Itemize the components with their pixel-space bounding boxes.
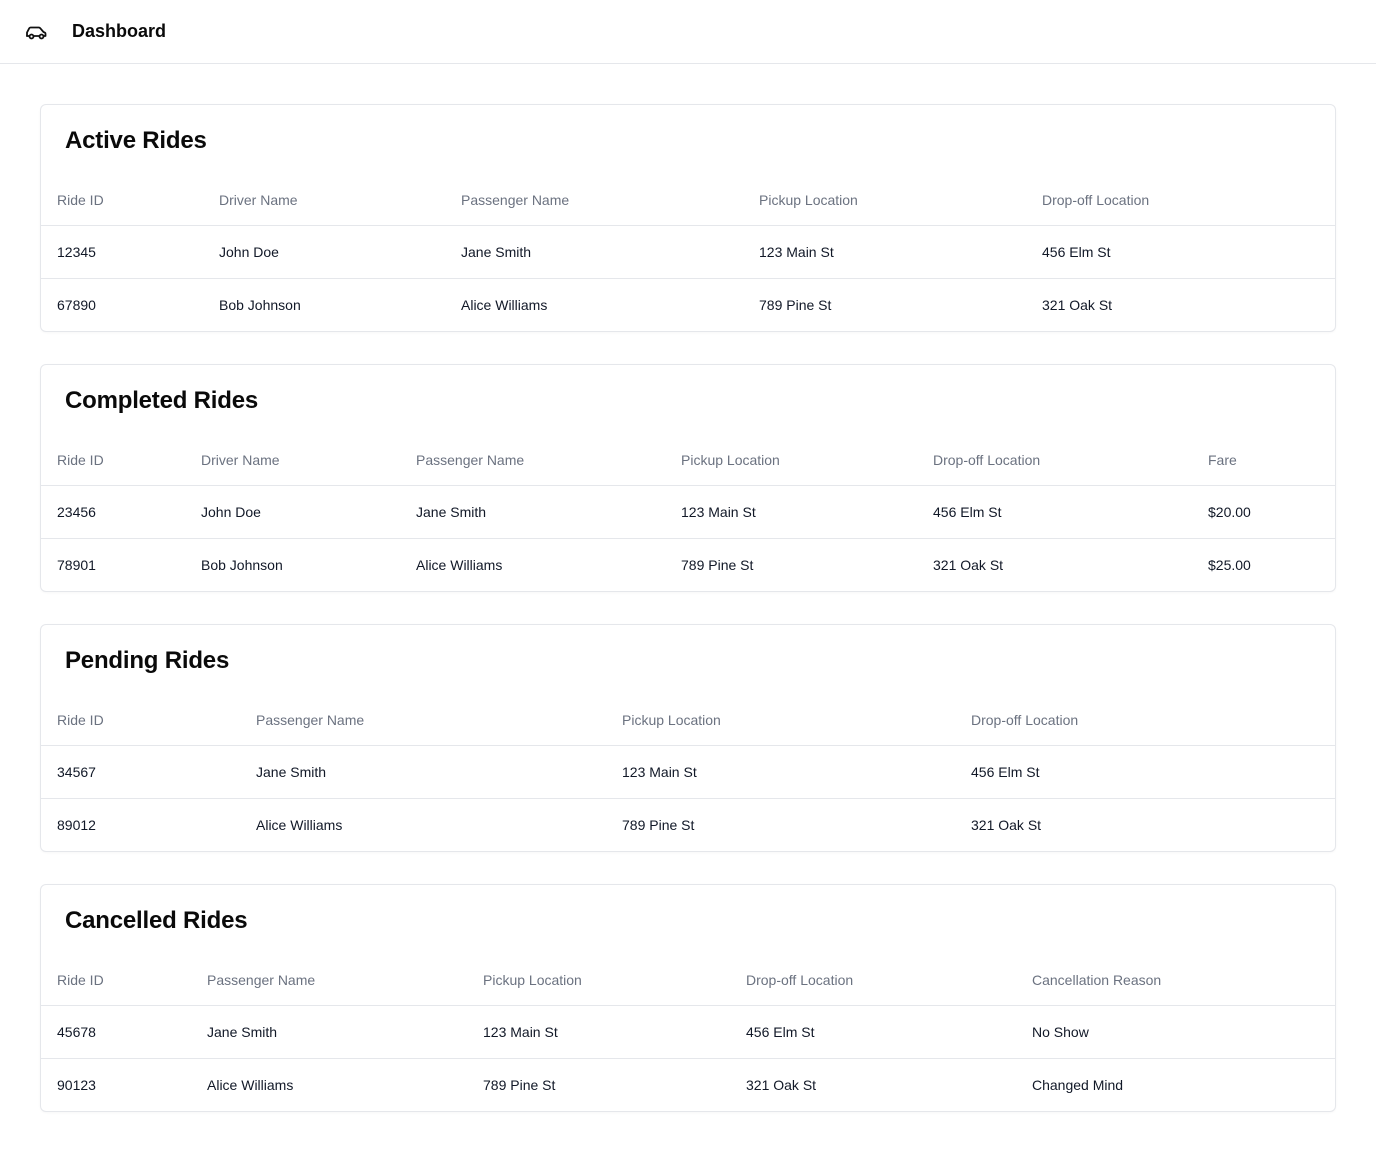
table-cell: 123 Main St: [483, 1023, 558, 1040]
column-header: Pickup Location: [467, 955, 730, 1006]
table-cell: 23456: [57, 503, 96, 520]
table-cell: 45678: [57, 1023, 96, 1040]
table-cell: 456 Elm St: [746, 1023, 815, 1040]
completed-rides-card: Completed Rides Ride ID Driver Name Pass…: [40, 364, 1336, 592]
active-rides-title: Active Rides: [65, 127, 207, 154]
column-header: Drop-off Location: [730, 955, 1016, 1006]
cancelled-rides-table: Ride ID Passenger Name Pickup Location D…: [41, 955, 1335, 1111]
table-cell: Alice Williams: [445, 277, 743, 331]
column-header: Pickup Location: [743, 175, 1026, 226]
table-cell: 34567: [57, 763, 96, 780]
pending-rides-title: Pending Rides: [65, 647, 230, 674]
column-header: Cancellation Reason: [1016, 955, 1335, 1006]
table-cell: 456 Elm St: [933, 503, 1002, 520]
table-cell: 789 Pine St: [743, 277, 1026, 331]
column-header: Drop-off Location: [917, 435, 1192, 486]
table-row: 34567 Jane Smith 123 Main St 456 Elm St: [41, 745, 1335, 798]
table-cell: Jane Smith: [416, 503, 487, 520]
column-header: Pickup Location: [665, 435, 917, 486]
table-cell: 789 Pine St: [665, 537, 917, 591]
completed-rides-table: Ride ID Driver Name Passenger Name Picku…: [41, 435, 1335, 591]
table-cell: 321 Oak St: [730, 1057, 1016, 1111]
table-cell: $25.00: [1192, 537, 1335, 591]
cancelled-rides-card: Cancelled Rides Ride ID Passenger Name P…: [40, 884, 1336, 1112]
table-cell: 321 Oak St: [955, 797, 1335, 851]
column-header: Passenger Name: [400, 435, 665, 486]
table-row: 78901 Bob Johnson Alice Williams 789 Pin…: [41, 537, 1335, 591]
table-cell: No Show: [1032, 1023, 1089, 1040]
table-cell: Jane Smith: [207, 1023, 278, 1040]
table-cell: Jane Smith: [256, 763, 327, 780]
table-cell: Changed Mind: [1016, 1057, 1335, 1111]
page-title: Dashboard: [72, 21, 167, 41]
table-header-row: Ride ID Driver Name Passenger Name Picku…: [41, 435, 1335, 486]
column-header: Ride ID: [41, 435, 185, 486]
column-header: Fare: [1192, 435, 1335, 486]
table-cell: 789 Pine St: [467, 1057, 730, 1111]
table-cell: 123 Main St: [759, 243, 834, 260]
table-cell: Alice Williams: [240, 797, 606, 851]
table-cell: John Doe: [219, 243, 279, 260]
table-cell: 456 Elm St: [971, 763, 1040, 780]
table-cell: 456 Elm St: [1042, 243, 1111, 260]
column-header: Drop-off Location: [1026, 175, 1335, 226]
pending-rides-table: Ride ID Passenger Name Pickup Location D…: [41, 695, 1335, 851]
column-header: Passenger Name: [240, 695, 606, 746]
main-content: Active Rides Ride ID Driver Name Passeng…: [0, 64, 1376, 1112]
column-header: Driver Name: [185, 435, 400, 486]
column-header: Driver Name: [203, 175, 445, 226]
table-cell: Bob Johnson: [185, 537, 400, 591]
table-cell: 321 Oak St: [1026, 277, 1335, 331]
active-rides-table: Ride ID Driver Name Passenger Name Picku…: [41, 175, 1335, 331]
column-header: Pickup Location: [606, 695, 955, 746]
table-cell: 12345: [57, 243, 96, 260]
table-cell: 89012: [41, 797, 240, 851]
table-cell: Alice Williams: [191, 1057, 467, 1111]
column-header: Passenger Name: [445, 175, 743, 226]
table-cell: 90123: [41, 1057, 191, 1111]
table-cell: 78901: [41, 537, 185, 591]
table-cell: 123 Main St: [622, 763, 697, 780]
top-bar: Dashboard: [0, 0, 1376, 64]
table-cell: Bob Johnson: [203, 277, 445, 331]
table-cell: Jane Smith: [461, 243, 532, 260]
table-header-row: Ride ID Passenger Name Pickup Location D…: [41, 955, 1335, 1006]
table-header-row: Ride ID Driver Name Passenger Name Picku…: [41, 175, 1335, 226]
table-row: 67890 Bob Johnson Alice Williams 789 Pin…: [41, 277, 1335, 331]
table-cell: John Doe: [201, 503, 261, 520]
completed-rides-title: Completed Rides: [65, 387, 259, 414]
table-cell: 123 Main St: [681, 503, 756, 520]
active-rides-card: Active Rides Ride ID Driver Name Passeng…: [40, 104, 1336, 332]
table-row: 45678 Jane Smith 123 Main St 456 Elm St …: [41, 1005, 1335, 1058]
table-row: 90123 Alice Williams 789 Pine St 321 Oak…: [41, 1057, 1335, 1111]
column-header: Ride ID: [41, 955, 191, 1006]
table-row: 12345 John Doe Jane Smith 123 Main St 45…: [41, 225, 1335, 278]
table-cell: $20.00: [1208, 503, 1251, 520]
table-cell: 789 Pine St: [606, 797, 955, 851]
column-header: Passenger Name: [191, 955, 467, 1006]
pending-rides-card: Pending Rides Ride ID Passenger Name Pic…: [40, 624, 1336, 852]
column-header: Ride ID: [41, 175, 203, 226]
cancelled-rides-title: Cancelled Rides: [65, 907, 248, 934]
table-header-row: Ride ID Passenger Name Pickup Location D…: [41, 695, 1335, 746]
column-header: Drop-off Location: [955, 695, 1335, 746]
table-row: 23456 John Doe Jane Smith 123 Main St 45…: [41, 485, 1335, 538]
column-header: Ride ID: [41, 695, 240, 746]
table-row: 89012 Alice Williams 789 Pine St 321 Oak…: [41, 797, 1335, 851]
table-cell: 67890: [41, 277, 203, 331]
table-cell: 321 Oak St: [917, 537, 1192, 591]
table-cell: Alice Williams: [400, 537, 665, 591]
car-icon: [24, 20, 48, 44]
